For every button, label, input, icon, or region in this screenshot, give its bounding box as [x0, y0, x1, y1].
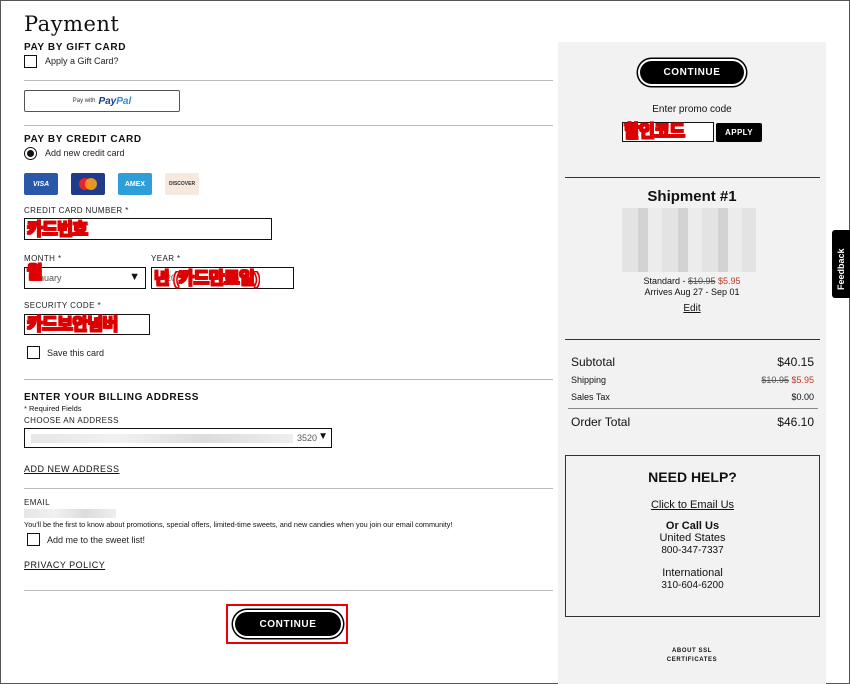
subtotal-value: $40.15 — [777, 355, 814, 369]
promo-code-input[interactable]: 할인코드 — [622, 122, 714, 142]
divider — [24, 379, 553, 380]
email-promo-text: You'll be the first to know about promot… — [24, 520, 453, 529]
mastercard-icon — [71, 173, 105, 195]
sidebar-continue-button[interactable]: CONTINUE — [640, 61, 744, 84]
card-number-input[interactable]: 카드번호 — [24, 218, 272, 240]
shipment-title: Shipment #1 — [647, 188, 737, 205]
shipping-value: $10.95 $5.95 — [761, 375, 814, 385]
order-total-value: $46.10 — [777, 415, 814, 429]
paypal-button[interactable]: Pay with PayPal — [24, 90, 180, 112]
card-number-annotation: 카드번호 — [27, 220, 89, 239]
chevron-down-icon: ▼ — [318, 431, 328, 442]
card-logos: VISA AMEX DISCOVER — [24, 173, 199, 195]
card-number-label: CREDIT CARD NUMBER * — [24, 206, 129, 215]
save-card-checkbox[interactable] — [27, 346, 40, 359]
email-label: EMAIL — [24, 498, 51, 507]
divider — [24, 80, 553, 81]
gift-card-label: Apply a Gift Card? — [45, 56, 119, 66]
address-select[interactable]: 3520 ▼ — [24, 428, 332, 448]
us-phone: 800-347-7337 — [661, 545, 724, 556]
security-code-input[interactable]: 카드보안넘버 — [24, 314, 150, 335]
privacy-policy-link[interactable]: PRIVACY POLICY — [24, 560, 105, 570]
gift-card-checkbox[interactable] — [24, 55, 37, 68]
year-label: YEAR * — [151, 254, 181, 263]
tax-value: $0.00 — [791, 392, 814, 402]
year-annotation: 년 (카드만료일) — [154, 269, 261, 288]
add-new-card-radio[interactable] — [24, 147, 37, 160]
divider — [568, 408, 818, 409]
discover-icon: DISCOVER — [165, 173, 199, 195]
security-code-label: SECURITY CODE * — [24, 301, 101, 310]
required-note: * Required Fields — [24, 404, 82, 413]
arrival-dates: Arrives Aug 27 - Sep 01 — [644, 287, 740, 297]
email-us-link[interactable]: Click to Email Us — [565, 499, 820, 511]
us-label: United States — [659, 532, 726, 544]
security-code-annotation: 카드보안넘버 — [27, 315, 119, 334]
or-call-us: Or Call Us — [665, 520, 720, 532]
add-new-address-link[interactable]: ADD NEW ADDRESS — [24, 464, 120, 474]
shipping-method: Standard - $10.95 $5.95 — [643, 276, 741, 286]
feedback-label: Feedback — [836, 248, 846, 290]
add-new-card-label: Add new credit card — [45, 148, 125, 158]
subtotal-label: Subtotal — [571, 355, 616, 369]
sweet-list-checkbox[interactable] — [27, 533, 40, 546]
billing-heading: ENTER YOUR BILLING ADDRESS — [24, 392, 200, 403]
month-select[interactable]: nuary ▼ 월 — [24, 263, 146, 289]
continue-button[interactable]: CONTINUE — [235, 612, 341, 636]
divider — [24, 125, 553, 126]
help-title: NEED HELP? — [648, 469, 737, 485]
intl-phone: 310-604-6200 — [661, 580, 724, 591]
shipping-label: Shipping — [571, 375, 607, 385]
paypal-prefix: Pay with — [72, 98, 96, 104]
ssl-link[interactable]: ABOUT SSL CERTIFICATES — [558, 647, 826, 665]
address-redacted — [31, 434, 293, 443]
choose-address-label: CHOOSE AN ADDRESS — [24, 416, 119, 425]
chevron-down-icon: ▼ — [129, 271, 140, 283]
divider — [565, 177, 820, 178]
promo-annotation: 할인코드 — [624, 122, 686, 141]
save-card-label: Save this card — [47, 348, 105, 358]
gift-card-heading: PAY BY GIFT CARD — [24, 42, 127, 53]
tax-label: Sales Tax — [571, 392, 610, 402]
amex-icon: AMEX — [118, 173, 152, 195]
divider — [24, 488, 553, 489]
apply-promo-button[interactable]: APPLY — [716, 123, 762, 142]
month-value: nuary — [39, 273, 62, 283]
promo-label: Enter promo code — [652, 104, 732, 115]
month-annotation: 월 — [27, 263, 43, 282]
email-redacted — [24, 509, 116, 518]
address-suffix: 3520 — [297, 433, 318, 443]
product-image — [622, 208, 756, 272]
year-select[interactable]: 20 년 (카드만료일) — [151, 267, 294, 289]
divider — [565, 339, 820, 340]
credit-card-heading: PAY BY CREDIT CARD — [24, 134, 142, 145]
intl-label: International — [662, 567, 723, 579]
month-label: MONTH * — [24, 254, 62, 263]
visa-icon: VISA — [24, 173, 58, 195]
divider — [24, 590, 553, 591]
sweet-list-label: Add me to the sweet list! — [47, 535, 146, 545]
feedback-tab[interactable]: Feedback — [832, 230, 850, 298]
edit-shipment-link[interactable]: Edit — [558, 303, 826, 314]
page-title: Payment — [24, 12, 120, 36]
order-total-label: Order Total — [571, 415, 631, 429]
paypal-logo: PayPal — [98, 95, 132, 107]
